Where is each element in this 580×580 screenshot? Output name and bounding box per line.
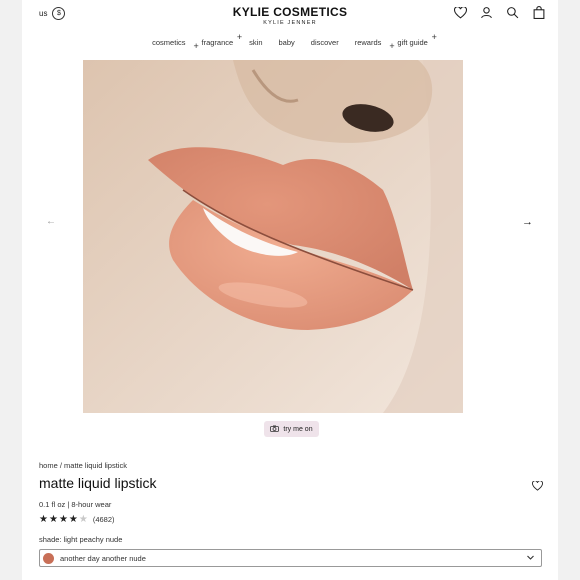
shade-swatch xyxy=(43,552,54,564)
arrow-left-icon[interactable]: ← xyxy=(46,216,56,227)
rating-count: (4682) xyxy=(92,515,115,524)
heart-icon[interactable] xyxy=(453,5,468,20)
nav-item-baby[interactable]: baby xyxy=(271,38,303,47)
plus-icon: + xyxy=(193,41,199,51)
arrow-right-icon[interactable]: → xyxy=(522,216,533,228)
product-title: matte liquid lipstick xyxy=(39,475,157,491)
nav-item-gift-guide-label: gift guide xyxy=(397,38,428,47)
product-page: us $ KYLIE COSMETICS KYLIE JENNER cosmet… xyxy=(22,0,558,580)
star-icon: ★ xyxy=(39,514,48,525)
plus-icon: + xyxy=(431,32,437,42)
try-on-button[interactable]: try me on xyxy=(264,421,319,437)
shade-selected-value: another day another nude xyxy=(60,553,146,563)
header-actions xyxy=(453,5,546,20)
nav-item-fragrance[interactable]: + fragrance + xyxy=(193,32,242,51)
star-rating[interactable]: ★ ★ ★ ★ ★ (4682) xyxy=(39,514,115,525)
bag-icon[interactable] xyxy=(531,5,546,20)
try-on-label: try me on xyxy=(283,425,313,433)
shade-label: shade: light peachy nude xyxy=(39,535,123,544)
nav-item-skin[interactable]: skin xyxy=(241,38,270,47)
chevron-down-icon xyxy=(526,553,535,564)
plus-icon: + xyxy=(389,41,395,51)
main-nav: cosmetics + fragrance + skin baby discov… xyxy=(22,32,558,51)
shade-select[interactable]: another day another nude xyxy=(39,549,542,567)
camera-icon xyxy=(270,425,280,434)
account-icon[interactable] xyxy=(479,5,494,20)
nav-item-fragrance-label: fragrance xyxy=(201,38,234,47)
nav-item-discover[interactable]: discover xyxy=(303,38,347,47)
product-subtitle: 0.1 fl oz | 8-hour wear xyxy=(39,500,112,509)
star-icon: ★ xyxy=(58,514,68,525)
breadcrumb-home[interactable]: home xyxy=(39,461,58,470)
nav-item-gift-guide[interactable]: + gift guide + xyxy=(389,32,436,51)
wishlist-heart-icon[interactable] xyxy=(532,478,543,496)
nav-item-cosmetics[interactable]: cosmetics xyxy=(144,38,193,47)
star-empty-icon: ★ xyxy=(78,514,88,525)
breadcrumb: homematte liquid lipstick xyxy=(39,461,127,470)
breadcrumb-current[interactable]: matte liquid lipstick xyxy=(58,461,127,470)
nav-item-rewards[interactable]: rewards xyxy=(347,38,390,47)
logo-sub-text: KYLIE JENNER xyxy=(263,20,317,26)
star-icon: ★ xyxy=(48,514,58,525)
search-icon[interactable] xyxy=(505,5,520,20)
star-icon: ★ xyxy=(68,514,78,525)
product-hero-image xyxy=(83,60,463,413)
